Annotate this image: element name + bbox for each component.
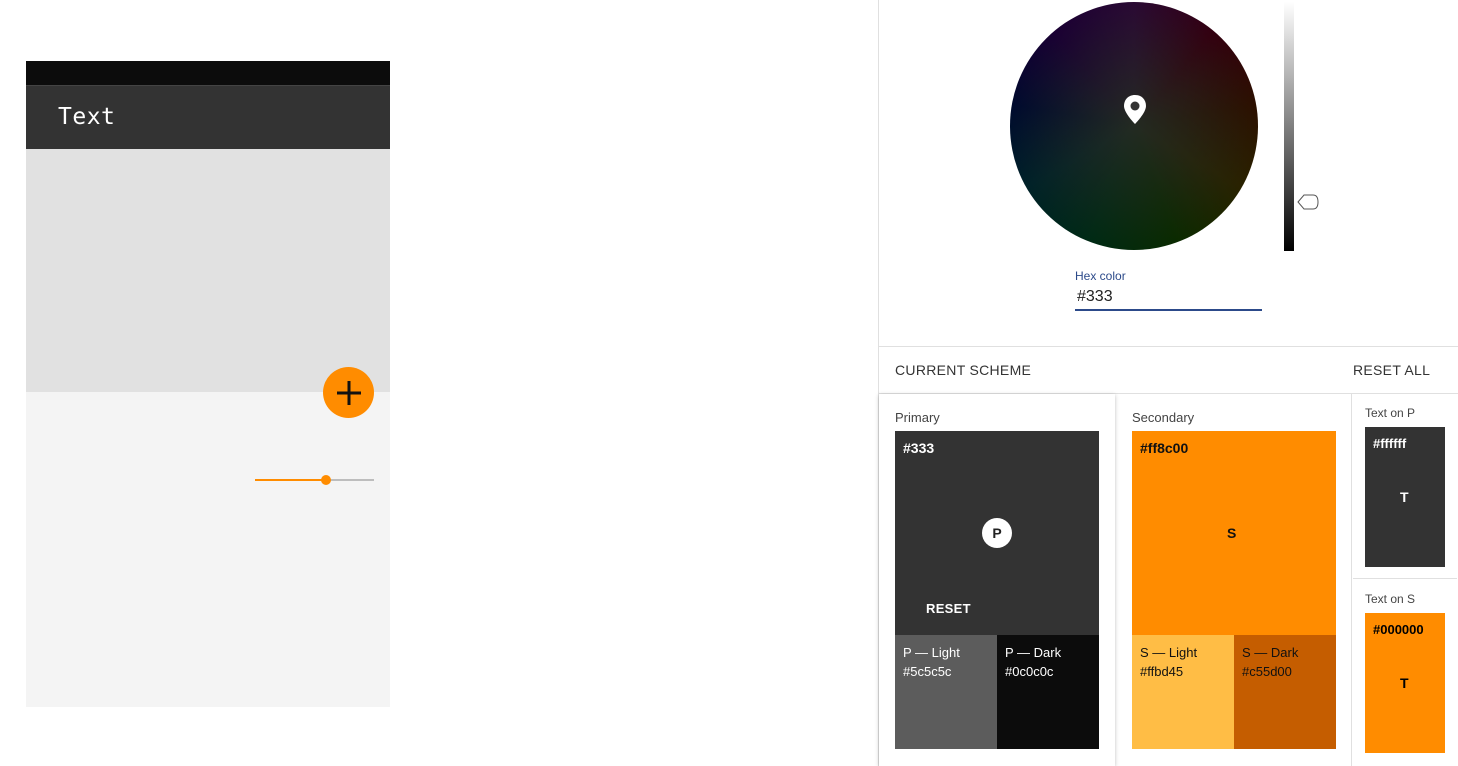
secondary-card[interactable]: Secondary #ff8c00 S S — Light #ffbd45 S …: [1116, 394, 1352, 766]
secondary-indicator: S: [1227, 525, 1237, 541]
content-area: [26, 149, 390, 392]
plus-icon: [336, 380, 361, 405]
text-on-s-swatch[interactable]: #000000 T: [1365, 613, 1445, 753]
text-on-s-letter: T: [1400, 675, 1409, 691]
primary-label: Primary: [895, 410, 940, 425]
primary-swatch[interactable]: #333 P RESET: [895, 431, 1099, 635]
brightness-slider[interactable]: [1284, 2, 1294, 251]
primary-light-swatch[interactable]: P — Light #5c5c5c: [895, 635, 997, 749]
divider: [879, 346, 1458, 347]
primary-dark-hex: #0c0c0c: [1005, 664, 1054, 679]
status-bar: [26, 61, 390, 85]
secondary-light-label: S — Light: [1140, 645, 1198, 660]
secondary-light-hex: #ffbd45: [1140, 664, 1184, 679]
primary-card[interactable]: Primary #333 P RESET P — Light #5c5c5c P…: [879, 394, 1115, 766]
slider-track-inactive: [326, 479, 374, 481]
text-on-p-letter: T: [1400, 489, 1409, 505]
app-bar: Text: [26, 85, 390, 149]
slider-track-active: [255, 479, 326, 481]
secondary-hex: #ff8c00: [1140, 440, 1189, 456]
secondary-dark-label: S — Dark: [1242, 645, 1299, 660]
primary-light-hex: #5c5c5c: [903, 664, 952, 679]
hex-color-input[interactable]: [1075, 285, 1262, 311]
current-scheme-heading: CURRENT SCHEME: [895, 362, 1032, 378]
fab-button[interactable]: [323, 367, 374, 418]
text-on-p-label: Text on P: [1365, 406, 1416, 420]
secondary-dark-swatch[interactable]: S — Dark #c55d00: [1234, 635, 1336, 749]
primary-reset-button[interactable]: RESET: [926, 601, 971, 616]
color-marker-icon[interactable]: [1122, 94, 1148, 126]
primary-indicator: P: [982, 518, 1012, 548]
hex-color-label: Hex color: [1075, 269, 1126, 283]
brightness-thumb-icon[interactable]: [1296, 192, 1320, 212]
text-on-s-hex: #000000: [1373, 622, 1424, 637]
secondary-label: Secondary: [1132, 410, 1195, 425]
app-preview: Text: [26, 61, 390, 707]
text-on-s-label: Text on S: [1365, 592, 1416, 606]
secondary-swatch[interactable]: #ff8c00 S: [1132, 431, 1336, 635]
secondary-light-swatch[interactable]: S — Light #ffbd45: [1132, 635, 1234, 749]
slider-thumb[interactable]: [321, 475, 331, 485]
primary-light-label: P — Light: [903, 645, 960, 660]
text-on-p-swatch[interactable]: #ffffff T: [1365, 427, 1445, 567]
color-wheel[interactable]: [1010, 2, 1258, 250]
divider: [1353, 578, 1457, 579]
primary-dark-label: P — Dark: [1005, 645, 1062, 660]
reset-all-button[interactable]: RESET ALL: [1353, 362, 1430, 378]
primary-hex: #333: [903, 440, 935, 456]
text-colors-column: Text on P #ffffff T Text on S #000000 T: [1353, 394, 1458, 766]
text-on-p-hex: #ffffff: [1373, 436, 1407, 451]
primary-dark-swatch[interactable]: P — Dark #0c0c0c: [997, 635, 1099, 749]
secondary-dark-hex: #c55d00: [1242, 664, 1292, 679]
app-bar-title: Text: [58, 104, 116, 130]
color-tool-panel: Hex color CURRENT SCHEME RESET ALL Prima…: [878, 0, 1458, 766]
preview-slider[interactable]: [255, 473, 374, 487]
